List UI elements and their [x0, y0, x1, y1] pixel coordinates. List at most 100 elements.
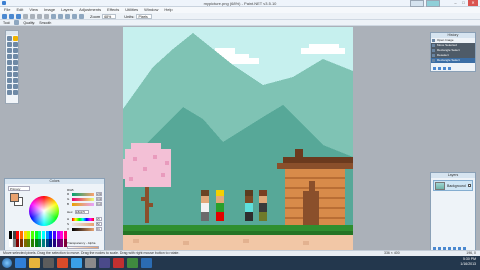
hue-slider[interactable]	[72, 217, 94, 221]
red-value[interactable]: 232	[96, 192, 102, 196]
character-3	[245, 190, 253, 221]
color-picker-tool-icon[interactable]	[13, 72, 18, 77]
primary-color-swatch[interactable]	[10, 193, 19, 202]
paintnet-taskbar-icon[interactable]	[141, 258, 152, 268]
transparency-label: Transparency - Alpha	[67, 241, 96, 245]
layers-panel-title: Layers	[431, 173, 475, 178]
layer-thumbnail	[435, 181, 445, 190]
layer-visibility-checkbox[interactable]	[468, 184, 471, 187]
move-selected-tool-icon[interactable]	[13, 36, 18, 41]
deselect-icon[interactable]	[58, 13, 63, 19]
maximize-button[interactable]: □	[460, 0, 467, 6]
magic-wand-tool-icon[interactable]	[7, 54, 12, 59]
open-file-icon[interactable]	[9, 13, 14, 19]
green-value[interactable]: 162	[96, 197, 102, 201]
blue-value[interactable]: 112	[96, 202, 102, 206]
zoom-dropdown[interactable]: 68%	[102, 13, 117, 19]
firefox-icon[interactable]	[57, 258, 68, 268]
zoom-tool-icon[interactable]	[13, 48, 18, 53]
file-explorer-icon[interactable]	[29, 258, 40, 268]
hue-value[interactable]: 25	[96, 217, 102, 221]
green-slider[interactable]	[72, 197, 94, 201]
shapes-tool-icon[interactable]	[7, 90, 12, 95]
line-tool-icon[interactable]	[13, 84, 18, 89]
tools-panel	[5, 30, 19, 104]
status-message: Move selected pixels. Drag the selection…	[3, 251, 180, 255]
transparency-slider[interactable]	[67, 246, 99, 249]
image-tab-strip	[410, 0, 440, 7]
print-icon[interactable]	[23, 13, 28, 19]
move-selection-tool-icon[interactable]	[13, 42, 18, 47]
skype-icon[interactable]	[71, 258, 82, 268]
value-slider[interactable]	[72, 227, 94, 231]
lasso-tool-icon[interactable]	[7, 42, 12, 47]
rectangle-select-tool-icon[interactable]	[7, 36, 12, 41]
color-palette[interactable]	[9, 231, 67, 247]
title-bar: mypicture.png (68%) - Paint.NET v3.5.10 …	[0, 0, 480, 7]
recolor-tool-icon[interactable]	[13, 78, 18, 83]
color-wheel[interactable]	[29, 196, 59, 226]
copy-icon[interactable]	[37, 13, 42, 19]
image-tab-thumbnail-active[interactable]	[426, 0, 440, 7]
new-file-icon[interactable]	[2, 13, 7, 19]
paint-bucket-tool-icon[interactable]	[7, 60, 12, 65]
blue-slider[interactable]	[72, 202, 94, 206]
image-canvas[interactable]	[123, 27, 353, 250]
ellipse-select-tool-icon[interactable]	[7, 48, 12, 53]
gradient-tool-icon[interactable]	[13, 60, 18, 65]
layer-name: Background	[447, 183, 466, 188]
taskbar: 5:30 PM 1/16/2013	[0, 256, 480, 270]
value-value[interactable]: 91	[96, 227, 102, 231]
app-icon[interactable]	[85, 258, 96, 268]
crop-icon[interactable]	[51, 13, 56, 19]
app-icon[interactable]	[113, 258, 124, 268]
eraser-tool-icon[interactable]	[13, 66, 18, 71]
text-tool-icon[interactable]	[7, 84, 12, 89]
internet-explorer-icon[interactable]	[15, 258, 26, 268]
rewind-icon[interactable]	[433, 67, 436, 70]
pan-tool-icon[interactable]	[13, 54, 18, 59]
paintbrush-tool-icon[interactable]	[7, 66, 12, 71]
history-controls	[431, 66, 475, 71]
channel-key: S	[67, 222, 70, 226]
red-slider[interactable]	[72, 192, 94, 196]
start-button-icon[interactable]	[2, 258, 12, 268]
palette-swatch[interactable]	[63, 231, 67, 239]
undo-icon[interactable]	[438, 67, 441, 70]
zoom-label: Zoom	[90, 13, 101, 19]
units-dropdown[interactable]: Pixels	[136, 13, 153, 19]
character-4	[259, 190, 267, 221]
app-icon[interactable]	[127, 258, 138, 268]
image-tab-thumbnail[interactable]	[410, 0, 424, 7]
red-slider-row: R 232	[67, 192, 102, 196]
tools-grid	[6, 35, 18, 96]
grid-icon[interactable]	[79, 13, 84, 19]
saturation-value[interactable]: 52	[96, 222, 102, 226]
primary-secondary-dropdown[interactable]: Primary	[8, 186, 30, 191]
move-tool-icon[interactable]	[14, 20, 20, 25]
tool-options-bar: Tool: Quality: Smooth	[0, 20, 480, 26]
minimize-button[interactable]: –	[452, 0, 459, 6]
value-slider-row: V 91	[67, 227, 102, 231]
quality-dropdown[interactable]: Smooth	[39, 21, 51, 25]
media-player-icon[interactable]	[43, 258, 54, 268]
colors-panel-title: Colors	[5, 179, 104, 184]
redo-icon[interactable]	[72, 13, 77, 19]
history-item-current[interactable]: Rectangle Select	[431, 58, 475, 63]
hex-input[interactable]: E8A270	[75, 210, 90, 214]
saturation-slider[interactable]	[72, 222, 94, 226]
clone-stamp-tool-icon[interactable]	[7, 78, 12, 83]
close-button[interactable]: ✕	[468, 0, 478, 6]
layer-item[interactable]: Background	[433, 180, 473, 191]
paste-icon[interactable]	[44, 13, 49, 19]
undo-icon[interactable]	[65, 13, 70, 19]
redo-icon[interactable]	[443, 67, 446, 70]
cut-icon[interactable]	[30, 13, 35, 19]
fast-forward-icon[interactable]	[448, 67, 451, 70]
save-icon[interactable]	[16, 13, 21, 19]
pencil-tool-icon[interactable]	[7, 72, 12, 77]
app-icon[interactable]	[99, 258, 110, 268]
system-tray-clock[interactable]: 5:30 PM 1/16/2013	[460, 257, 476, 267]
colors-panel: Colors Primary RGB R 232 G 162 B 112 Hex…	[4, 178, 105, 254]
freeform-shape-tool-icon[interactable]	[13, 90, 18, 95]
